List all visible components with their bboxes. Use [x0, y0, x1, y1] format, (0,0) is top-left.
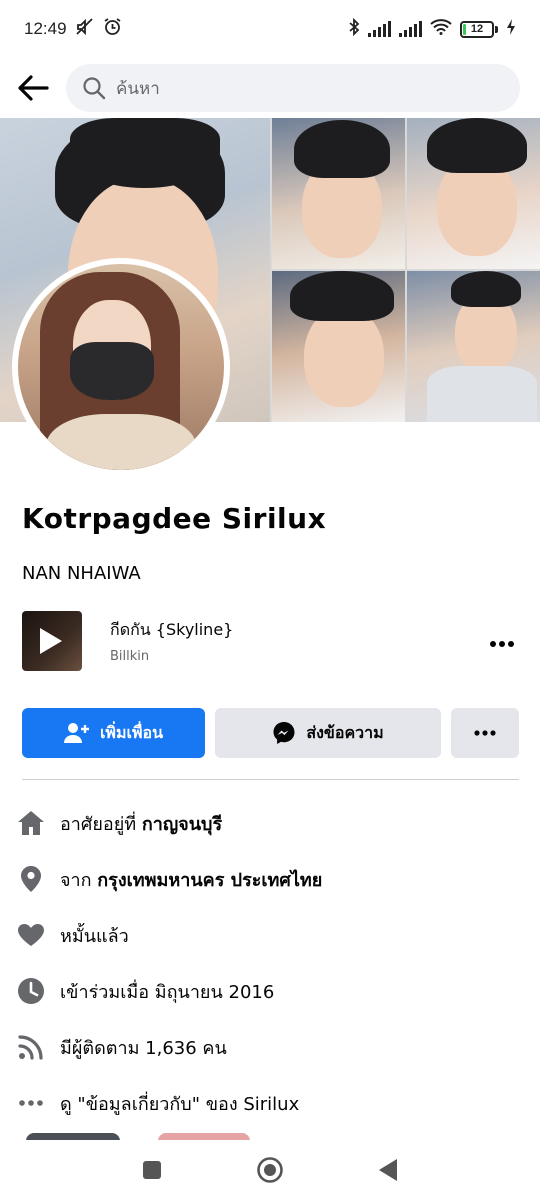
rss-feed-icon — [16, 1032, 46, 1062]
detail-lives-in: อาศัยอยู่ที่ กาญจนบุรี — [16, 795, 526, 851]
from-place-link[interactable]: กรุงเทพมหานคร ประเทศไทย — [97, 870, 322, 891]
detail-followers[interactable]: มีผู้ติดตาม 1,636 คน — [16, 1019, 526, 1075]
profile-details: อาศัยอยู่ที่ กาญจนบุรี จาก กรุงเทพมหานคร… — [16, 795, 526, 1131]
music-more-button[interactable] — [482, 629, 522, 654]
message-button[interactable]: ส่งข้อความ — [215, 708, 441, 758]
song-artist: Billkin — [110, 649, 150, 664]
detail-about-link[interactable]: ดู "ข้อมูลเกี่ยวกับ" ของ Sirilux — [16, 1075, 526, 1131]
add-friend-label: เพิ่มเพื่อน — [99, 722, 164, 742]
play-icon — [40, 628, 62, 654]
back-button[interactable] — [14, 69, 52, 107]
bluetooth-icon — [348, 17, 360, 41]
album-art[interactable] — [22, 611, 82, 671]
lives-place-link[interactable]: กาญจนบุรี — [142, 814, 222, 835]
lives-label: อาศัยอยู่ที่ — [60, 813, 142, 835]
home-button[interactable] — [211, 1145, 329, 1195]
search-input[interactable]: ค้นหา — [66, 64, 520, 112]
see-about-info: ดู "ข้อมูลเกี่ยวกับ" ของ Sirilux — [60, 1093, 300, 1115]
clock-icon — [16, 976, 46, 1006]
add-friend-button[interactable]: เพิ่มเพื่อน — [22, 708, 205, 758]
detail-joined: เข้าร่วมเมื่อ มิถุนายน 2016 — [16, 963, 526, 1019]
detail-relationship: หมั้นแล้ว — [16, 907, 526, 963]
more-options-button[interactable] — [451, 708, 519, 758]
heart-icon — [16, 920, 46, 950]
status-time: 12:49 — [24, 19, 67, 38]
square-icon — [143, 1161, 161, 1179]
from-label: จาก — [60, 869, 98, 891]
mute-icon — [75, 17, 95, 41]
charging-icon — [506, 18, 516, 40]
signal-icon — [399, 21, 422, 37]
cover-image-3 — [272, 271, 405, 422]
profile-nickname: NAN NHAIWA — [22, 563, 141, 584]
search-icon — [83, 77, 106, 100]
divider — [22, 779, 519, 780]
detail-from: จาก กรุงเทพมหานคร ประเทศไทย — [16, 851, 526, 907]
recents-button[interactable] — [93, 1145, 211, 1195]
messenger-icon — [273, 722, 295, 744]
cover-image-1 — [272, 118, 405, 269]
profile-actions: เพิ่มเพื่อน ส่งข้อความ — [22, 708, 519, 758]
system-nav-bar — [0, 1140, 540, 1200]
more-dots-icon — [490, 640, 514, 647]
relationship-status: หมั้นแล้ว — [60, 925, 129, 947]
profile-name: Kotrpagdee Sirilux — [22, 502, 327, 535]
battery-level: 12 — [470, 23, 484, 35]
location-pin-icon — [16, 864, 46, 894]
signal-icon — [368, 21, 391, 37]
message-label: ส่งข้อความ — [306, 722, 384, 742]
wifi-icon — [430, 18, 452, 40]
home-icon — [16, 808, 46, 838]
more-dots-icon — [474, 730, 496, 736]
more-dots-icon — [16, 1088, 46, 1118]
search-placeholder: ค้นหา — [116, 78, 160, 99]
followers-count: มีผู้ติดตาม 1,636 คน — [60, 1037, 227, 1059]
arrow-left-icon — [18, 75, 49, 101]
add-friend-icon — [63, 723, 89, 743]
profile-music[interactable]: กีดกัน {Skyline} Billkin — [22, 610, 522, 672]
battery-icon: 12 — [460, 20, 498, 38]
circle-icon — [257, 1157, 283, 1183]
status-bar: 12:49 12 — [0, 0, 540, 58]
cover-image-4 — [407, 271, 540, 422]
song-title: กีดกัน {Skyline} — [110, 620, 234, 639]
top-bar: ค้นหา — [0, 58, 540, 118]
cover-image-2 — [407, 118, 540, 269]
profile-avatar[interactable] — [12, 258, 230, 476]
joined-date: เข้าร่วมเมื่อ มิถุนายน 2016 — [60, 981, 275, 1003]
triangle-back-icon — [379, 1159, 397, 1181]
back-nav-button[interactable] — [329, 1145, 447, 1195]
alarm-icon — [103, 17, 122, 41]
